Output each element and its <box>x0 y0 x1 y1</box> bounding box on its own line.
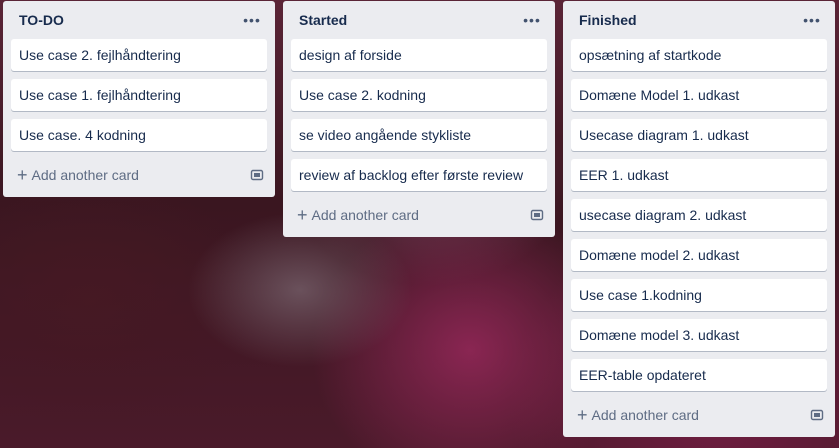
card[interactable]: Use case 1. fejlhåndtering <box>11 79 267 111</box>
card[interactable]: Use case 2. kodning <box>291 79 547 111</box>
card[interactable]: Use case 1.kodning <box>571 279 827 311</box>
more-options-icon[interactable]: ••• <box>241 9 263 31</box>
list-footer: + Add another card <box>571 399 827 431</box>
card[interactable]: se video angående stykliste <box>291 119 547 151</box>
card[interactable]: design af forside <box>291 39 547 71</box>
list-header: Started ••• <box>291 1 547 39</box>
list-header: Finished ••• <box>571 1 827 39</box>
plus-icon: + <box>297 205 308 225</box>
card[interactable]: Use case 2. fejlhåndtering <box>11 39 267 71</box>
add-card-label: Add another card <box>31 167 139 183</box>
plus-icon: + <box>577 405 588 425</box>
card-template-icon[interactable] <box>809 407 825 423</box>
card[interactable]: EER 1. udkast <box>571 159 827 191</box>
card-template-icon[interactable] <box>529 207 545 223</box>
add-card-label: Add another card <box>311 207 419 223</box>
list-title[interactable]: Finished <box>579 12 637 28</box>
add-card-button[interactable]: + Add another card <box>17 166 139 184</box>
list-title[interactable]: TO-DO <box>19 12 64 28</box>
card[interactable]: Usecase diagram 1. udkast <box>571 119 827 151</box>
card[interactable]: Use case. 4 kodning <box>11 119 267 151</box>
card[interactable]: EER-table opdateret <box>571 359 827 391</box>
card[interactable]: review af backlog efter første review <box>291 159 547 191</box>
list-todo: TO-DO ••• Use case 2. fejlhåndtering Use… <box>3 1 275 197</box>
card[interactable]: usecase diagram 2. udkast <box>571 199 827 231</box>
list-footer: + Add another card <box>291 199 547 231</box>
list-finished: Finished ••• opsætning af startkode Domæ… <box>563 1 835 437</box>
card[interactable]: Domæne model 3. udkast <box>571 319 827 351</box>
add-card-button[interactable]: + Add another card <box>577 406 699 424</box>
list-footer: + Add another card <box>11 159 267 191</box>
card-template-icon[interactable] <box>249 167 265 183</box>
plus-icon: + <box>17 165 28 185</box>
list-header: TO-DO ••• <box>11 1 267 39</box>
card[interactable]: Domæne model 2. udkast <box>571 239 827 271</box>
more-options-icon[interactable]: ••• <box>801 9 823 31</box>
list-started: Started ••• design af forside Use case 2… <box>283 1 555 237</box>
card[interactable]: Domæne Model 1. udkast <box>571 79 827 111</box>
more-options-icon[interactable]: ••• <box>521 9 543 31</box>
card[interactable]: opsætning af startkode <box>571 39 827 71</box>
add-card-label: Add another card <box>591 407 699 423</box>
list-title[interactable]: Started <box>299 12 347 28</box>
add-card-button[interactable]: + Add another card <box>297 206 419 224</box>
